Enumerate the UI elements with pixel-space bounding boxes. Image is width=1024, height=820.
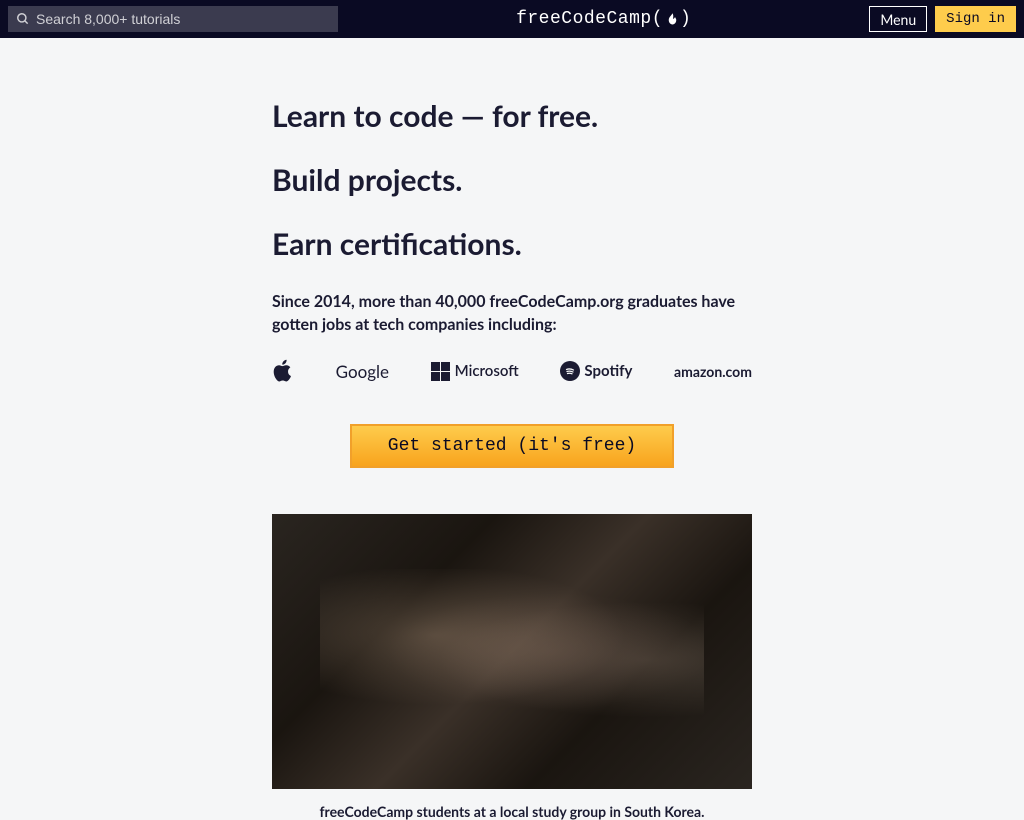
- menu-button[interactable]: Menu: [869, 6, 927, 32]
- get-started-button[interactable]: Get started (it's free): [350, 424, 674, 468]
- site-logo[interactable]: freeCodeCamp(): [516, 9, 691, 29]
- amazon-logo: amazon.com: [674, 363, 752, 380]
- microsoft-text: Microsoft: [455, 362, 519, 380]
- subheading: Since 2014, more than 40,000 freeCodeCam…: [272, 290, 752, 336]
- microsoft-logo: Microsoft: [431, 362, 519, 381]
- fire-icon: [665, 12, 680, 27]
- google-logo: Google: [336, 361, 389, 382]
- apple-icon: [272, 358, 294, 384]
- signin-button[interactable]: Sign in: [935, 6, 1016, 32]
- navbar: freeCodeCamp() Menu Sign in: [0, 0, 1024, 38]
- company-logos: Google Microsoft Spotify a: [272, 358, 752, 384]
- logo-paren-open: (: [652, 9, 663, 29]
- spotify-icon: [560, 361, 580, 381]
- image-caption: freeCodeCamp students at a local study g…: [272, 803, 752, 820]
- logo-text: freeCodeCamp: [516, 9, 652, 29]
- search-input[interactable]: [36, 11, 330, 27]
- search-icon: [16, 12, 30, 26]
- heading-line-3: Earn certifications.: [272, 226, 752, 262]
- amazon-text: amazon.com: [674, 363, 752, 380]
- spotify-text: Spotify: [584, 362, 632, 380]
- apple-logo: [272, 358, 294, 384]
- nav-left: [8, 6, 338, 32]
- content-wrapper: Learn to code — for free. Build projects…: [272, 98, 752, 820]
- heading-line-2: Build projects.: [272, 162, 752, 198]
- main-content: Learn to code — for free. Build projects…: [0, 38, 1024, 820]
- spotify-logo: Spotify: [560, 361, 632, 381]
- nav-right: Menu Sign in: [869, 6, 1016, 32]
- hero-image: [272, 514, 752, 789]
- microsoft-icon: [431, 362, 450, 381]
- heading-line-1: Learn to code — for free.: [272, 98, 752, 134]
- search-box[interactable]: [8, 6, 338, 32]
- google-text: Google: [336, 361, 389, 382]
- logo-paren-close: ): [680, 9, 691, 29]
